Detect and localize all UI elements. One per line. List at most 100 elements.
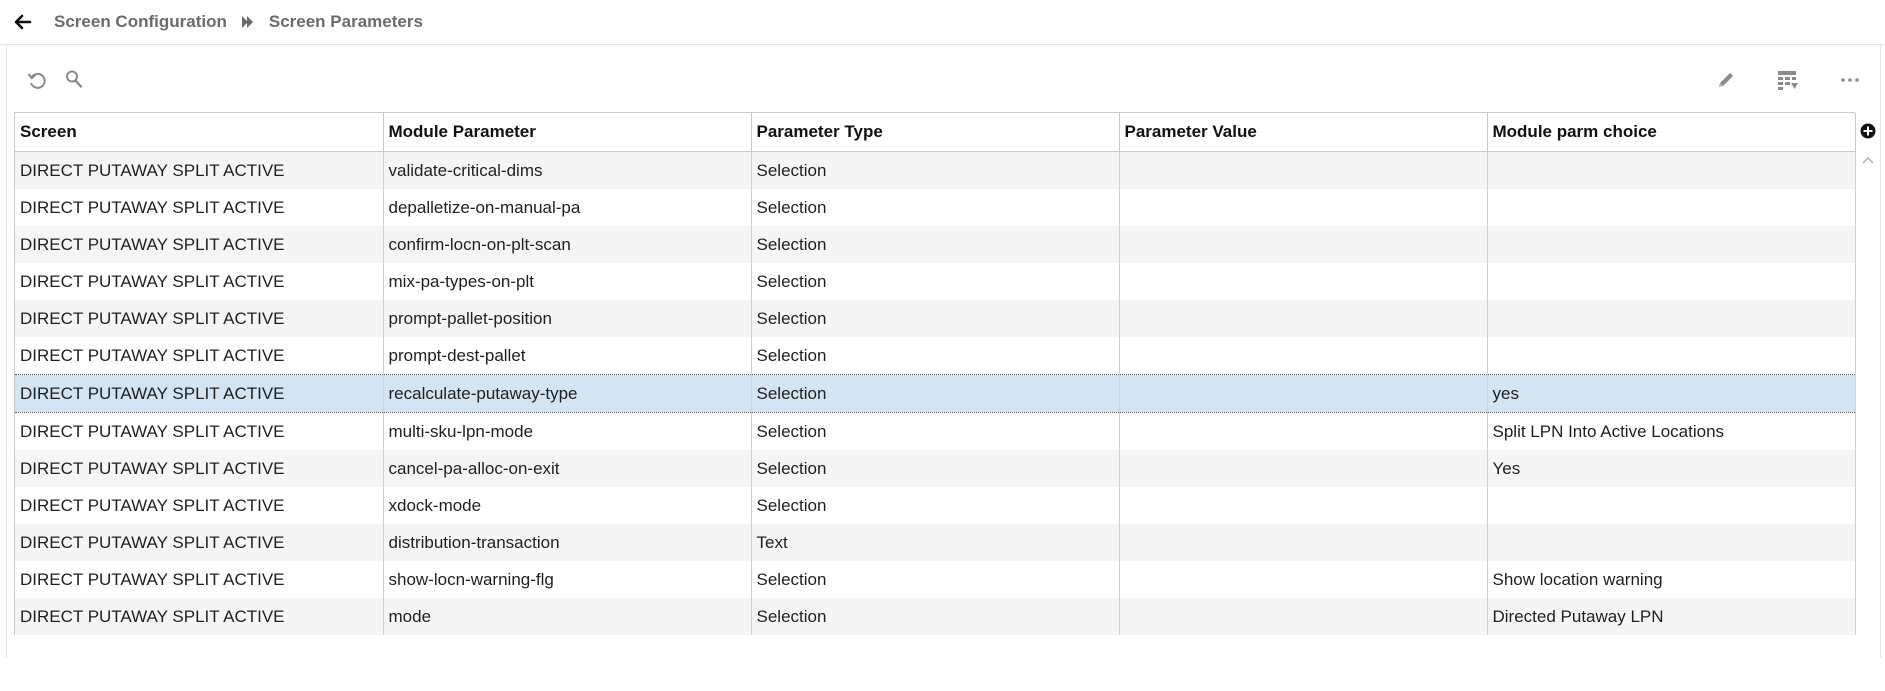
cell-parameter-value[interactable]	[1119, 189, 1488, 226]
cell-screen[interactable]: DIRECT PUTAWAY SPLIT ACTIVE	[15, 450, 384, 487]
cell-module-parameter[interactable]: cancel-pa-alloc-on-exit	[383, 450, 752, 487]
table-row[interactable]: DIRECT PUTAWAY SPLIT ACTIVE prompt-pallet…	[15, 300, 1856, 337]
cell-module-parm-choice[interactable]	[1487, 151, 1856, 189]
cell-parameter-type[interactable]: Selection	[751, 263, 1120, 300]
cell-parameter-value[interactable]	[1119, 337, 1488, 375]
cell-module-parameter[interactable]: validate-critical-dims	[383, 151, 752, 189]
table-row[interactable]: DIRECT PUTAWAY SPLIT ACTIVE xdock-mode Sel…	[15, 487, 1856, 524]
column-header-module-parm-choice[interactable]: Module parm choice	[1487, 113, 1856, 152]
cell-module-parameter[interactable]: depalletize-on-manual-pa	[383, 189, 752, 226]
column-header-parameter-value[interactable]: Parameter Value	[1119, 113, 1488, 152]
refresh-button[interactable]	[21, 64, 53, 96]
cell-parameter-value[interactable]	[1119, 598, 1488, 635]
cell-module-parm-choice[interactable]: Directed Putaway LPN	[1487, 598, 1856, 635]
table-row[interactable]: DIRECT PUTAWAY SPLIT ACTIVE mode Selection…	[15, 598, 1856, 635]
cell-screen[interactable]: DIRECT PUTAWAY SPLIT ACTIVE	[15, 487, 384, 524]
cell-parameter-type[interactable]: Selection	[751, 151, 1120, 189]
table-row[interactable]: DIRECT PUTAWAY SPLIT ACTIVE distribution-…	[15, 524, 1856, 561]
table-row[interactable]: DIRECT PUTAWAY SPLIT ACTIVE mix-pa-types-…	[15, 263, 1856, 300]
cell-parameter-value[interactable]	[1119, 561, 1488, 598]
table-row[interactable]: DIRECT PUTAWAY SPLIT ACTIVE depalletize-o…	[15, 189, 1856, 226]
cell-parameter-type[interactable]: Selection	[751, 450, 1120, 487]
table-row[interactable]: DIRECT PUTAWAY SPLIT ACTIVE validate-crit…	[15, 151, 1856, 189]
cell-screen[interactable]: DIRECT PUTAWAY SPLIT ACTIVE	[15, 337, 384, 375]
cell-screen[interactable]: DIRECT PUTAWAY SPLIT ACTIVE	[15, 561, 384, 598]
cell-parameter-value[interactable]	[1119, 374, 1488, 413]
cell-parameter-type[interactable]: Selection	[751, 561, 1120, 598]
cell-parameter-type[interactable]: Selection	[751, 412, 1120, 450]
back-button[interactable]	[12, 11, 34, 33]
cell-module-parm-choice[interactable]: yes	[1487, 374, 1856, 413]
double-chevron-right-icon	[241, 15, 255, 29]
cell-parameter-type[interactable]: Selection	[751, 374, 1120, 413]
more-horizontal-icon	[1841, 78, 1859, 82]
cell-module-parm-choice[interactable]	[1487, 189, 1856, 226]
cell-parameter-type[interactable]: Selection	[751, 226, 1120, 263]
cell-screen[interactable]: DIRECT PUTAWAY SPLIT ACTIVE	[15, 524, 384, 561]
cell-parameter-type[interactable]: Selection	[751, 598, 1120, 635]
cell-module-parm-choice[interactable]	[1487, 487, 1856, 524]
cell-module-parameter[interactable]: mix-pa-types-on-plt	[383, 263, 752, 300]
table-row[interactable]: DIRECT PUTAWAY SPLIT ACTIVE recalculate-p…	[15, 374, 1856, 413]
cell-module-parameter[interactable]: xdock-mode	[383, 487, 752, 524]
cell-parameter-value[interactable]	[1119, 524, 1488, 561]
cell-screen[interactable]: DIRECT PUTAWAY SPLIT ACTIVE	[15, 151, 384, 189]
column-header-module-parameter[interactable]: Module Parameter	[383, 113, 752, 152]
table-row[interactable]: DIRECT PUTAWAY SPLIT ACTIVE confirm-locn-…	[15, 226, 1856, 263]
cell-module-parm-choice[interactable]	[1487, 337, 1856, 375]
breadcrumb-current: Screen Parameters	[268, 12, 423, 31]
cell-parameter-value[interactable]	[1119, 263, 1488, 300]
cell-module-parameter[interactable]: prompt-dest-pallet	[383, 337, 752, 375]
cell-parameter-type[interactable]: Selection	[751, 337, 1120, 375]
column-header-screen[interactable]: Screen	[15, 113, 384, 152]
cell-parameter-type[interactable]: Selection	[751, 189, 1120, 226]
cell-module-parameter[interactable]: distribution-transaction	[383, 524, 752, 561]
cell-parameter-value[interactable]	[1119, 300, 1488, 337]
cell-module-parm-choice[interactable]: Yes	[1487, 450, 1856, 487]
search-button[interactable]	[59, 64, 91, 96]
cell-screen[interactable]: DIRECT PUTAWAY SPLIT ACTIVE	[15, 300, 384, 337]
cell-parameter-type[interactable]: Selection	[751, 300, 1120, 337]
vertical-scrollbar[interactable]	[1856, 151, 1880, 691]
cell-module-parameter[interactable]: mode	[383, 598, 752, 635]
cell-screen[interactable]: DIRECT PUTAWAY SPLIT ACTIVE	[15, 598, 384, 635]
cell-screen[interactable]: DIRECT PUTAWAY SPLIT ACTIVE	[15, 189, 384, 226]
cell-module-parameter[interactable]: show-locn-warning-flg	[383, 561, 752, 598]
more-options-button[interactable]	[1834, 64, 1866, 96]
cell-screen[interactable]: DIRECT PUTAWAY SPLIT ACTIVE	[15, 412, 384, 450]
table-row[interactable]: DIRECT PUTAWAY SPLIT ACTIVE show-locn-war…	[15, 561, 1856, 598]
cell-module-parm-choice[interactable]: Split LPN Into Active Locations	[1487, 412, 1856, 450]
table-row[interactable]: DIRECT PUTAWAY SPLIT ACTIVE prompt-dest-p…	[15, 337, 1856, 375]
cell-parameter-value[interactable]	[1119, 450, 1488, 487]
cell-parameter-type[interactable]: Text	[751, 524, 1120, 561]
cell-screen[interactable]: DIRECT PUTAWAY SPLIT ACTIVE	[15, 374, 384, 413]
cell-parameter-value[interactable]	[1119, 151, 1488, 189]
table-row[interactable]: DIRECT PUTAWAY SPLIT ACTIVE cancel-pa-all…	[15, 450, 1856, 487]
cell-module-parm-choice[interactable]	[1487, 300, 1856, 337]
plus-circle-icon	[1860, 123, 1876, 139]
arrow-left-icon	[14, 14, 32, 30]
add-column-button[interactable]	[1856, 112, 1880, 150]
chevron-up-icon[interactable]	[1861, 155, 1875, 165]
column-chooser-icon	[1778, 71, 1798, 90]
breadcrumb-parent[interactable]: Screen Configuration	[54, 12, 227, 32]
cell-module-parameter[interactable]: confirm-locn-on-plt-scan	[383, 226, 752, 263]
cell-parameter-value[interactable]	[1119, 412, 1488, 450]
cell-module-parameter[interactable]: multi-sku-lpn-mode	[383, 412, 752, 450]
cell-module-parm-choice[interactable]	[1487, 226, 1856, 263]
cell-parameter-value[interactable]	[1119, 226, 1488, 263]
cell-module-parameter[interactable]: recalculate-putaway-type	[383, 374, 752, 413]
cell-screen[interactable]: DIRECT PUTAWAY SPLIT ACTIVE	[15, 226, 384, 263]
cell-parameter-value[interactable]	[1119, 487, 1488, 524]
cell-screen[interactable]: DIRECT PUTAWAY SPLIT ACTIVE	[15, 263, 384, 300]
column-header-parameter-type[interactable]: Parameter Type	[751, 113, 1120, 152]
toolbar	[7, 44, 1880, 112]
cell-module-parm-choice[interactable]: Show location warning	[1487, 561, 1856, 598]
column-chooser-button[interactable]	[1772, 64, 1804, 96]
cell-parameter-type[interactable]: Selection	[751, 487, 1120, 524]
cell-module-parm-choice[interactable]	[1487, 263, 1856, 300]
cell-module-parameter[interactable]: prompt-pallet-position	[383, 300, 752, 337]
edit-button[interactable]	[1710, 64, 1742, 96]
cell-module-parm-choice[interactable]	[1487, 524, 1856, 561]
table-row[interactable]: DIRECT PUTAWAY SPLIT ACTIVE multi-sku-lpn…	[15, 412, 1856, 450]
